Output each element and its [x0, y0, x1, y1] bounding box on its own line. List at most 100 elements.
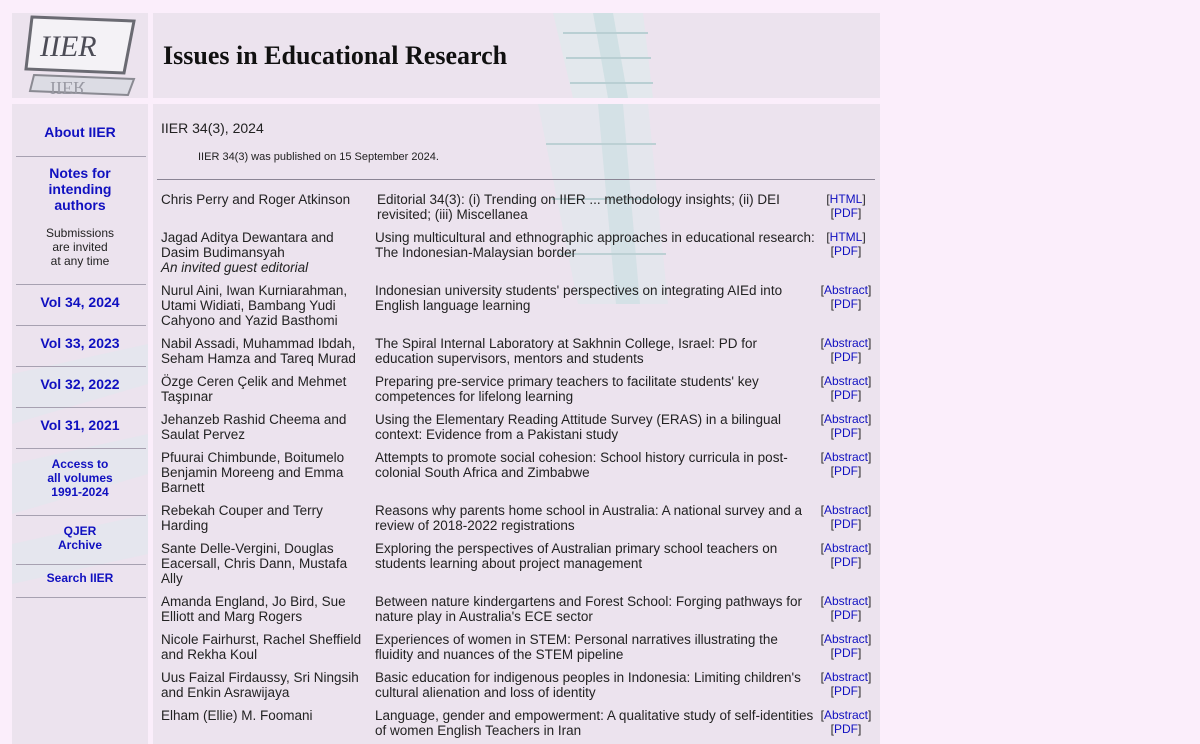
pdf-link[interactable]: PDF [834, 646, 858, 660]
authors-text: Nabil Assadi, Muhammad Ibdah, Seham Hamz… [161, 336, 356, 366]
access-line-1: Access to [51, 457, 109, 471]
nav-divider [16, 407, 146, 408]
article-links: [Abstract] [PDF] [817, 336, 875, 364]
nav-divider [16, 515, 146, 516]
nav-divider [16, 448, 146, 449]
pdf-link[interactable]: PDF [834, 388, 858, 402]
qjer-line-2: Archive [57, 538, 103, 552]
pdf-link-bracket: [PDF] [830, 388, 862, 402]
abstract-link[interactable]: Abstract [824, 541, 868, 555]
submissions-line-2: are invited [52, 240, 108, 254]
abstract-link[interactable]: Abstract [824, 283, 868, 297]
article-links: [Abstract] [PDF] [817, 594, 875, 622]
notes-line-2: intending [48, 181, 112, 197]
nav-divider [16, 597, 146, 598]
abstract-link-bracket: [Abstract] [820, 503, 872, 517]
all-volumes-link[interactable]: Access to all volumes 1991-2024 [12, 457, 148, 499]
authors-text: Chris Perry and Roger Atkinson [161, 192, 351, 207]
pdf-link[interactable]: PDF [834, 722, 858, 736]
article-links: [Abstract] [PDF] [817, 450, 875, 478]
about-link[interactable]: About IIER [12, 124, 148, 140]
abstract-link-bracket: [Abstract] [820, 708, 872, 722]
abstract-link[interactable]: Abstract [824, 594, 868, 608]
abstract-link-bracket: [Abstract] [820, 594, 872, 608]
pdf-link-bracket: [PDF] [830, 426, 862, 440]
nav-divider [16, 564, 146, 565]
abstract-link[interactable]: Abstract [824, 374, 868, 388]
qjer-archive-link[interactable]: QJER Archive [12, 524, 148, 552]
article-title: Indonesian university students' perspect… [375, 283, 783, 313]
abstract-link[interactable]: Abstract [824, 708, 868, 722]
html-link[interactable]: HTML [830, 230, 863, 244]
pdf-link[interactable]: PDF [834, 244, 858, 258]
issue-title: IIER 34(3), 2024 [161, 120, 264, 136]
abstract-link[interactable]: Abstract [824, 450, 868, 464]
content-divider [157, 179, 875, 180]
abstract-link-bracket: [Abstract] [820, 412, 872, 426]
authors-text: Jehanzeb Rashid Cheema and Saulat Pervez [161, 412, 347, 442]
pdf-link[interactable]: PDF [834, 464, 858, 478]
article-authors: Jehanzeb Rashid Cheema and Saulat Pervez [161, 412, 366, 442]
logo-text: IIER [39, 30, 97, 63]
abstract-link[interactable]: Abstract [824, 412, 868, 426]
vol-32-link[interactable]: Vol 32, 2022 [12, 376, 148, 392]
article-title: Preparing pre-service primary teachers t… [375, 374, 759, 404]
html-link[interactable]: HTML [830, 192, 863, 206]
vol-31-link[interactable]: Vol 31, 2021 [12, 417, 148, 433]
access-line-3: 1991-2024 [51, 485, 109, 499]
article-title: Attempts to promote social cohesion: Sch… [375, 450, 788, 480]
pdf-link[interactable]: PDF [834, 297, 858, 311]
pdf-link-bracket: [PDF] [830, 646, 862, 660]
nav-divider [16, 325, 146, 326]
authors-text: Nurul Aini, Iwan Kurniarahman, Utami Wid… [161, 283, 348, 328]
article-authors: Pfuurai Chimbunde, Boitumelo Benjamin Mo… [161, 450, 366, 495]
article-title: Editorial 34(3): (i) Trending on IIER ..… [377, 192, 780, 222]
abstract-link[interactable]: Abstract [824, 632, 868, 646]
nav-divider [16, 284, 146, 285]
article-title: Using the Elementary Reading Attitude Su… [375, 412, 781, 442]
submissions-line-3: at any time [50, 254, 110, 268]
main-content: IIER 34(3), 2024 IIER 34(3) was publishe… [153, 104, 880, 744]
abstract-link-bracket: [Abstract] [820, 374, 872, 388]
iier-logo[interactable]: IIER IIER [24, 15, 136, 97]
vol-34-link[interactable]: Vol 34, 2024 [12, 294, 148, 310]
pdf-link-bracket: [PDF] [830, 684, 862, 698]
pdf-link[interactable]: PDF [834, 517, 858, 531]
abstract-link-bracket: [Abstract] [820, 670, 872, 684]
publication-note: IIER 34(3) was published on 15 September… [198, 151, 439, 163]
article-links: [Abstract] [PDF] [817, 670, 875, 698]
article-authors: Nurul Aini, Iwan Kurniarahman, Utami Wid… [161, 283, 366, 328]
abstract-link-bracket: [Abstract] [820, 632, 872, 646]
article-authors: Amanda England, Jo Bird, Sue Elliott and… [161, 594, 366, 624]
pdf-link-bracket: [PDF] [830, 206, 862, 220]
article-title: The Spiral Internal Laboratory at Sakhni… [375, 336, 757, 366]
search-link[interactable]: Search IIER [12, 571, 148, 585]
article-links: [Abstract] [PDF] [817, 632, 875, 660]
pdf-link[interactable]: PDF [834, 555, 858, 569]
article-links: [Abstract] [PDF] [817, 412, 875, 440]
pdf-link[interactable]: PDF [834, 684, 858, 698]
article-title: Language, gender and empowerment: A qual… [375, 708, 814, 738]
pdf-link[interactable]: PDF [834, 426, 858, 440]
abstract-link[interactable]: Abstract [824, 336, 868, 350]
nav-divider [16, 366, 146, 367]
article-links: [Abstract] [PDF] [817, 283, 875, 311]
authors-text: Amanda England, Jo Bird, Sue Elliott and… [161, 594, 346, 624]
pdf-link[interactable]: PDF [834, 608, 858, 622]
sidebar-nav: About IIER Notes for intending authors S… [12, 104, 148, 744]
article-authors: Özge Ceren Çelik and Mehmet Taşpınar [161, 374, 366, 404]
authors-text: Jagad Aditya Dewantara and Dasim Budiman… [161, 230, 334, 260]
article-authors: Sante Delle-Vergini, Douglas Eacersall, … [161, 541, 366, 586]
authors-text: Rebekah Couper and Terry Harding [161, 503, 323, 533]
pdf-link[interactable]: PDF [834, 206, 858, 220]
vol-33-link[interactable]: Vol 33, 2023 [12, 335, 148, 351]
notes-for-authors-link[interactable]: Notes for intending authors [12, 165, 148, 213]
authors-text: Elham (Ellie) M. Foomani [161, 708, 313, 723]
article-title: Reasons why parents home school in Austr… [375, 503, 803, 533]
article-title: Exploring the perspectives of Australian… [375, 541, 778, 571]
pdf-link-bracket: [PDF] [830, 722, 862, 736]
abstract-link[interactable]: Abstract [824, 670, 868, 684]
pdf-link[interactable]: PDF [834, 350, 858, 364]
building-graphic [553, 13, 653, 98]
abstract-link[interactable]: Abstract [824, 503, 868, 517]
